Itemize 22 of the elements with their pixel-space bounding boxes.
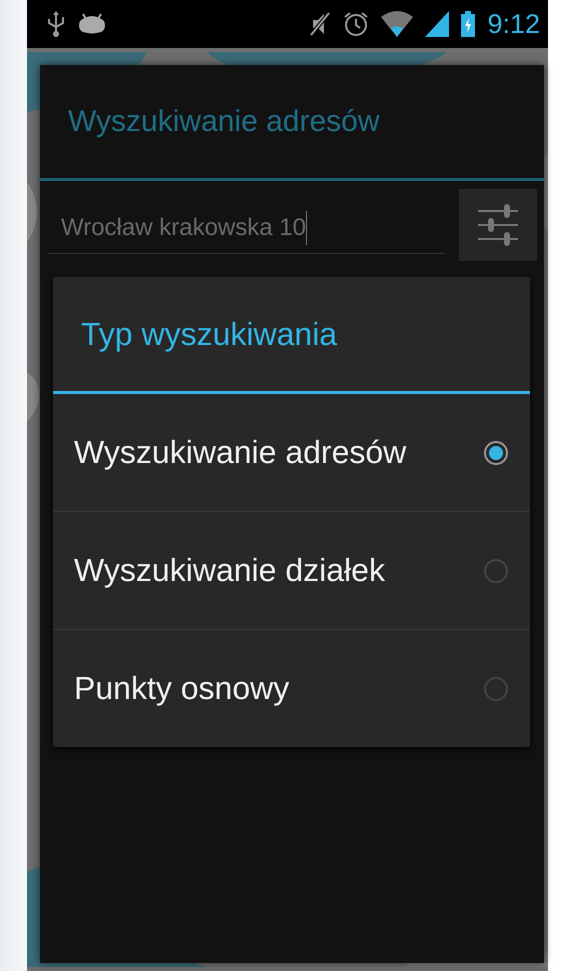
option-label: Wyszukiwanie działek bbox=[74, 552, 385, 589]
option-label: Wyszukiwanie adresów bbox=[74, 434, 406, 471]
option-item[interactable]: Wyszukiwanie działek bbox=[53, 511, 530, 629]
mute-icon bbox=[309, 11, 332, 37]
dialog-title: Wyszukiwanie adresów bbox=[40, 65, 544, 181]
alarm-icon bbox=[343, 11, 370, 37]
option-label: Punkty osnowy bbox=[74, 670, 290, 707]
option-item[interactable]: Punkty osnowy bbox=[53, 629, 530, 747]
battery-icon bbox=[461, 11, 476, 37]
radio-button[interactable] bbox=[484, 676, 508, 700]
clock-time: 9:12 bbox=[487, 8, 540, 40]
sliders-icon bbox=[476, 203, 520, 247]
dialog-title: Typ wyszukiwania bbox=[53, 277, 530, 394]
radio-button[interactable] bbox=[484, 440, 508, 464]
wifi-icon bbox=[381, 11, 414, 37]
field-value: Wrocław krakowska 10 bbox=[61, 214, 306, 242]
signal-icon bbox=[425, 11, 450, 37]
radio-button[interactable] bbox=[484, 558, 508, 582]
usb-icon bbox=[47, 11, 65, 37]
filter-button[interactable] bbox=[459, 189, 537, 261]
android-icon bbox=[77, 13, 107, 35]
option-item[interactable]: Wyszukiwanie adresów bbox=[53, 394, 530, 511]
